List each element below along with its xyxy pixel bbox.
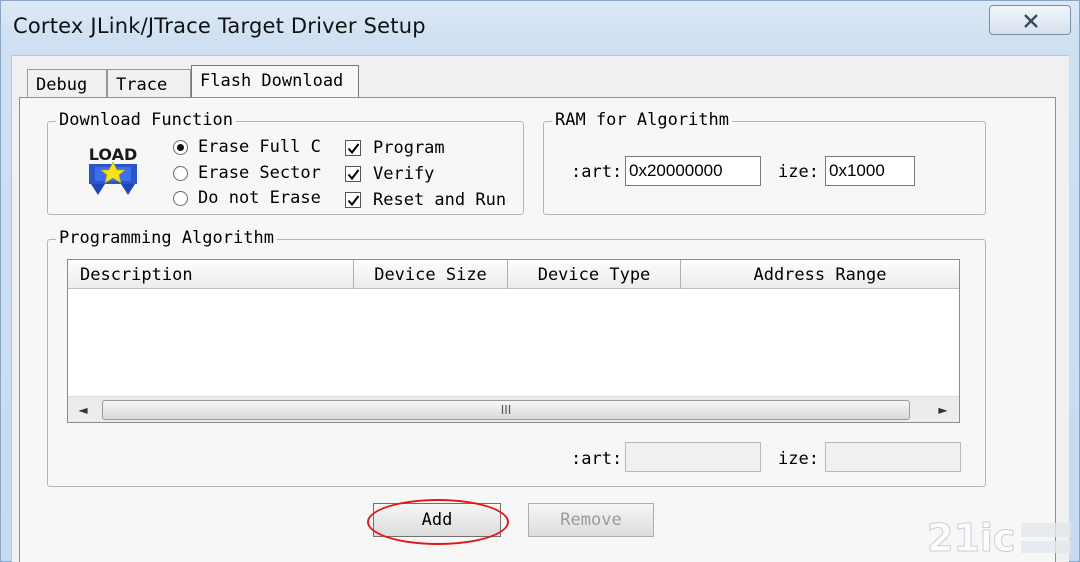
load-icon: LOAD — [85, 143, 141, 197]
tab-debug-label: Debug — [36, 75, 88, 95]
download-function-title: Download Function — [56, 110, 236, 130]
scroll-grip-icon: III — [500, 403, 512, 417]
column-header-address-range[interactable]: Address Range — [681, 260, 959, 289]
tab-flash-download-label: Flash Download — [200, 71, 344, 91]
checkbox-reset-and-run[interactable]: Reset and Run — [345, 190, 506, 210]
checkbox-verify[interactable]: Verify — [345, 164, 434, 184]
radio-erase-full-chip-control[interactable] — [173, 139, 188, 155]
checkmark-icon — [347, 169, 360, 181]
ram-start-label: :art: — [571, 162, 623, 182]
close-icon — [1024, 14, 1038, 28]
scroll-right-icon[interactable]: ► — [930, 397, 956, 423]
radio-erase-sector-label: Erase Sector — [198, 163, 321, 183]
algorithm-list[interactable]: Description Device Size Device Type Addr… — [67, 259, 960, 423]
scroll-thumb[interactable]: III — [102, 400, 910, 420]
radio-do-not-erase-control[interactable] — [173, 190, 188, 206]
column-header-device-type[interactable]: Device Type — [508, 260, 681, 289]
checkbox-program-label: Program — [373, 138, 445, 158]
column-header-device-size[interactable]: Device Size — [354, 260, 508, 289]
ram-start-input[interactable]: 0x20000000 — [625, 156, 761, 186]
tab-flash-download[interactable]: Flash Download — [191, 65, 359, 97]
checkbox-reset-and-run-label: Reset and Run — [373, 190, 507, 210]
checkbox-program-control[interactable] — [345, 140, 361, 156]
radio-erase-sector[interactable]: Erase Sector — [173, 163, 321, 183]
checkmark-icon — [347, 143, 360, 155]
checkbox-program[interactable]: Program — [345, 138, 445, 158]
load-icon-text: LOAD — [89, 145, 137, 164]
radio-do-not-erase[interactable]: Do not Erase — [173, 188, 321, 208]
window-title: Cortex JLink/JTrace Target Driver Setup — [13, 14, 426, 38]
programming-algorithm-title: Programming Algorithm — [56, 228, 277, 248]
checkbox-verify-label: Verify — [373, 164, 435, 184]
checkbox-reset-and-run-control[interactable] — [345, 192, 361, 208]
scroll-left-icon[interactable]: ◄ — [70, 397, 96, 423]
algorithm-size-label: ize: — [778, 449, 819, 469]
radio-erase-full-chip[interactable]: Erase Full C — [173, 137, 321, 157]
checkbox-verify-control[interactable] — [345, 166, 361, 182]
algorithm-start-input[interactable] — [625, 442, 761, 472]
dialog-window: Cortex JLink/JTrace Target Driver Setup … — [0, 0, 1080, 562]
ram-size-label: ize: — [778, 162, 819, 182]
close-button[interactable] — [989, 5, 1071, 35]
horizontal-scrollbar[interactable]: ◄ III ► — [68, 396, 959, 422]
remove-button[interactable]: Remove — [528, 503, 654, 537]
algorithm-size-input[interactable] — [825, 442, 961, 472]
tab-trace-label: Trace — [116, 75, 168, 95]
tab-debug[interactable]: Debug — [27, 69, 107, 97]
tab-trace[interactable]: Trace — [107, 69, 191, 97]
ram-for-algorithm-title: RAM for Algorithm — [552, 110, 732, 130]
radio-erase-sector-control[interactable] — [173, 165, 188, 181]
algorithm-start-label: :art: — [571, 449, 623, 469]
title-bar: Cortex JLink/JTrace Target Driver Setup — [1, 1, 1080, 55]
radio-erase-full-chip-label: Erase Full C — [198, 137, 321, 157]
column-header-description[interactable]: Description — [68, 260, 354, 289]
add-button[interactable]: Add — [373, 503, 501, 537]
radio-do-not-erase-label: Do not Erase — [198, 188, 321, 208]
checkmark-icon — [347, 195, 360, 207]
ram-size-input[interactable]: 0x1000 — [825, 156, 915, 186]
